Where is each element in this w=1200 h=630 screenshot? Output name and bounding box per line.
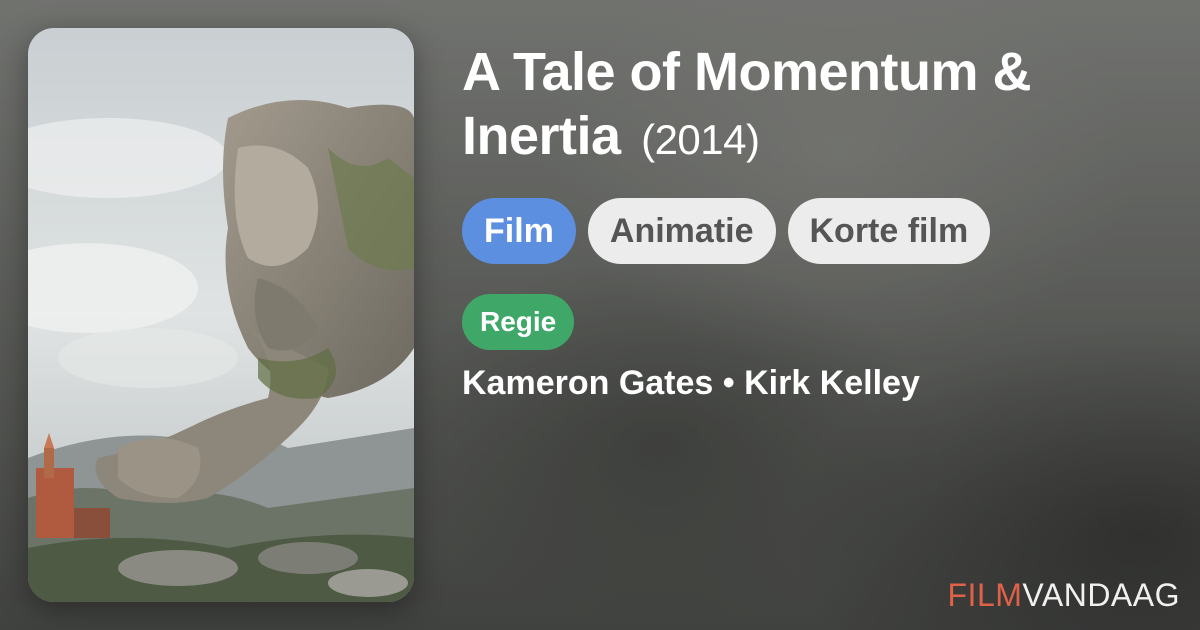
role-badge: Regie [462, 294, 575, 350]
genre-chip-korte-film[interactable]: Korte film [787, 198, 991, 264]
director-names[interactable]: Kameron Gates • Kirk Kelley [462, 364, 1182, 403]
movie-info: A Tale of Momentum & Inertia (2014) Film… [462, 40, 1182, 403]
brand-logo[interactable]: FILMVANDAAG [948, 577, 1181, 614]
brand-logo-part2: VANDAAG [1022, 577, 1180, 613]
movie-year: (2014) [641, 116, 760, 163]
movie-poster[interactable] [28, 28, 414, 602]
page-title: A Tale of Momentum & Inertia (2014) [462, 40, 1182, 172]
poster-image [28, 28, 414, 602]
genre-list: Film Animatie Korte film [462, 198, 1182, 264]
brand-logo-part1: FILM [947, 577, 1023, 613]
genre-chip-film[interactable]: Film [462, 198, 576, 264]
genre-chip-animatie[interactable]: Animatie [587, 198, 776, 264]
